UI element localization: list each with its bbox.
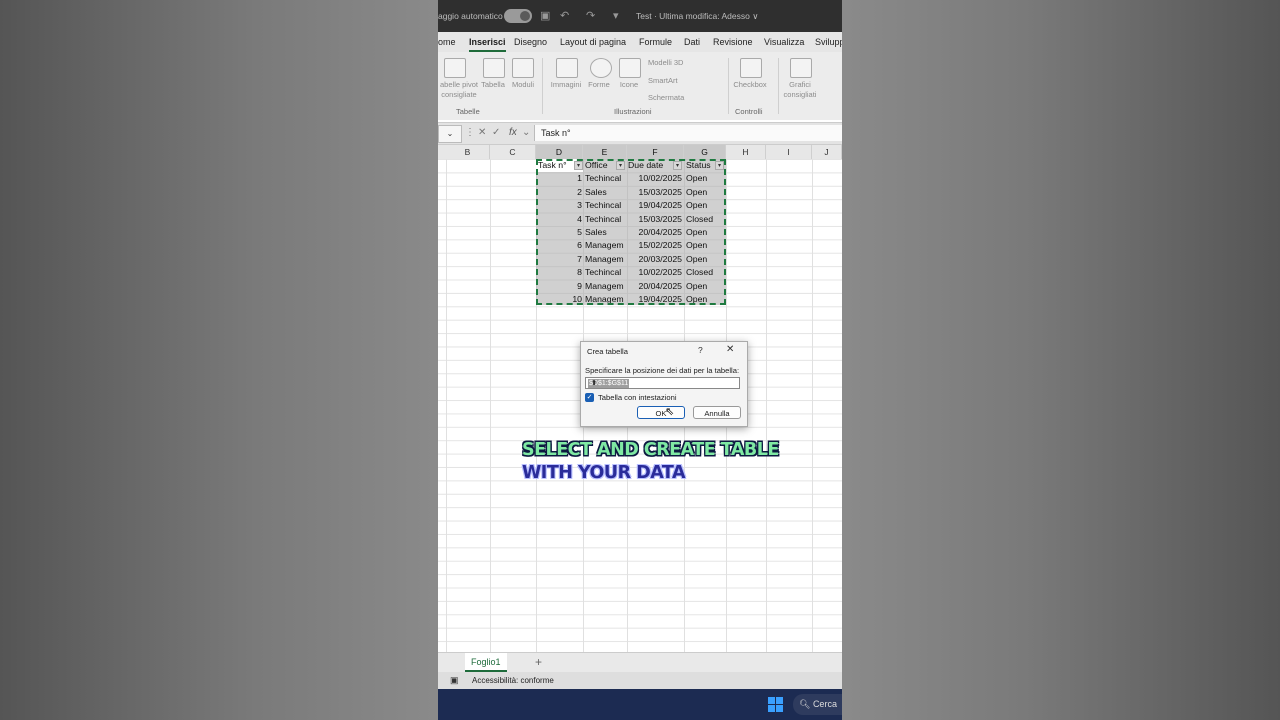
- checkbox-icon[interactable]: [740, 58, 762, 78]
- expand-formula-icon[interactable]: ⌄: [522, 127, 530, 138]
- icons-label: Icone: [619, 80, 639, 89]
- models-3d-button[interactable]: Modelli 3D: [648, 58, 683, 68]
- name-box-dropdown[interactable]: ⌄: [438, 125, 462, 143]
- group-controls-label: Controlli: [735, 107, 763, 116]
- recommended-charts-label: Grafici consigliati: [783, 80, 817, 99]
- caption-line-1: SELECT AND CREATE TABLE: [522, 440, 779, 460]
- column-header-i[interactable]: I: [766, 145, 812, 159]
- gridline: [490, 159, 491, 652]
- ok-button[interactable]: OK: [637, 406, 685, 419]
- column-header-f[interactable]: F: [627, 145, 684, 159]
- sheet-tab-bar: Foglio1 +: [438, 652, 842, 673]
- document-title[interactable]: Test · Ultima modifica: Adesso ∨: [636, 11, 758, 22]
- forms-icon[interactable]: [512, 58, 534, 78]
- ribbon-separator: [728, 58, 729, 114]
- images-label: Immagini: [550, 80, 582, 89]
- tab-data[interactable]: Dati: [684, 37, 700, 47]
- gridline: [812, 159, 813, 652]
- title-bar: aggio automatico ▣ ↶ ↷ ▾ Test · Ultima m…: [438, 0, 842, 32]
- autosave-label: aggio automatico: [438, 11, 503, 21]
- ribbon-tabs: ome Inserisci Disegno Layout di pagina F…: [438, 32, 842, 52]
- tab-developer[interactable]: Svilupp: [815, 37, 842, 47]
- enter-icon[interactable]: ✓: [492, 127, 500, 138]
- column-header-e[interactable]: E: [583, 145, 627, 159]
- table-icon[interactable]: [483, 58, 505, 78]
- dialog-title: Crea tabella: [587, 347, 628, 356]
- tab-insert[interactable]: Inserisci: [469, 37, 506, 52]
- forms-label: Moduli: [511, 80, 535, 89]
- add-sheet-icon[interactable]: +: [535, 655, 542, 669]
- tab-page-layout[interactable]: Layout di pagina: [560, 37, 626, 47]
- insert-function-icon[interactable]: fx: [509, 127, 517, 138]
- ribbon-separator: [542, 58, 543, 114]
- tab-home[interactable]: ome: [438, 37, 456, 47]
- column-header-h[interactable]: H: [726, 145, 766, 159]
- pivot-table-label: abelle pivot consigliate: [440, 80, 478, 99]
- ribbon-separator: [778, 58, 779, 114]
- status-bar: ▣ Accessibilità: conforme: [438, 672, 842, 689]
- customize-toolbar-icon[interactable]: ▾: [613, 9, 619, 22]
- shapes-label: Forme: [588, 80, 610, 89]
- collapse-dialog-icon[interactable]: ⬆: [588, 379, 600, 388]
- help-icon[interactable]: ?: [698, 345, 703, 355]
- formula-input[interactable]: Task n°: [534, 125, 842, 141]
- tab-draw[interactable]: Disegno: [514, 37, 547, 47]
- save-icon[interactable]: ▣: [540, 9, 550, 22]
- range-input[interactable]: $D$1:$G$11 ⬆: [585, 377, 740, 389]
- tab-view[interactable]: Visualizza: [764, 37, 804, 47]
- column-header-d[interactable]: D: [536, 145, 583, 159]
- excel-window: aggio automatico ▣ ↶ ↷ ▾ Test · Ultima m…: [438, 0, 842, 720]
- dialog-prompt: Specificare la posizione dei dati per la…: [585, 366, 740, 375]
- formula-bar: ⌄ ⋮ ✕ ✓ fx ⌄ Task n°: [438, 122, 842, 145]
- pivot-table-icon[interactable]: [444, 58, 466, 78]
- taskbar-search[interactable]: 🔍︎ Cerca: [793, 694, 842, 715]
- column-headers: B C D E F G H I J: [438, 145, 842, 160]
- column-header-g[interactable]: G: [684, 145, 726, 159]
- taskbar-search-label: Cerca: [812, 699, 837, 709]
- cancel-icon[interactable]: ✕: [478, 127, 486, 138]
- screenshot-button[interactable]: Schermata: [648, 93, 684, 103]
- undo-icon[interactable]: ↶: [560, 9, 569, 22]
- cell-mode-icon: ▣: [450, 675, 459, 685]
- windows-start-icon[interactable]: [768, 697, 783, 712]
- headers-checkbox[interactable]: ✓: [585, 393, 594, 402]
- checkbox-label: Checkbox: [733, 80, 767, 89]
- images-icon[interactable]: [556, 58, 578, 78]
- copy-marquee: [536, 159, 726, 305]
- tab-formulas[interactable]: Formule: [639, 37, 672, 47]
- tab-review[interactable]: Revisione: [713, 37, 753, 47]
- smartart-button[interactable]: SmartArt: [648, 76, 678, 86]
- redo-icon[interactable]: ↷: [586, 9, 595, 22]
- mouse-cursor-icon: ⇖: [665, 406, 675, 418]
- cancel-button[interactable]: Annulla: [693, 406, 741, 419]
- column-header-j[interactable]: J: [812, 145, 842, 159]
- column-header-c[interactable]: C: [490, 145, 536, 159]
- autosave-toggle[interactable]: [504, 9, 532, 23]
- shapes-icon[interactable]: [590, 58, 612, 78]
- recommended-charts-icon[interactable]: [790, 58, 812, 78]
- group-illustrations-label: Illustrazioni: [614, 107, 652, 116]
- gridline: [766, 159, 767, 652]
- create-table-dialog: Crea tabella ? ✕ Specificare la posizion…: [580, 341, 748, 427]
- caption-line-2: WITH YOUR DATA: [522, 463, 686, 483]
- column-header-b[interactable]: B: [446, 145, 490, 159]
- ribbon: abelle pivot consigliate Tabella Moduli …: [438, 52, 842, 120]
- table-label: Tabella: [481, 80, 505, 89]
- accessibility-status[interactable]: Accessibilità: conforme: [472, 676, 554, 685]
- group-tables-label: Tabelle: [456, 107, 480, 116]
- more-icon[interactable]: ⋮: [465, 127, 475, 138]
- taskbar: 🔍︎ Cerca: [438, 689, 842, 720]
- sheet-tab-foglio1[interactable]: Foglio1: [465, 653, 507, 672]
- headers-checkbox-label: Tabella con intestazioni: [598, 393, 677, 402]
- close-icon[interactable]: ✕: [726, 344, 734, 355]
- gridline: [446, 159, 447, 652]
- icons-icon[interactable]: [619, 58, 641, 78]
